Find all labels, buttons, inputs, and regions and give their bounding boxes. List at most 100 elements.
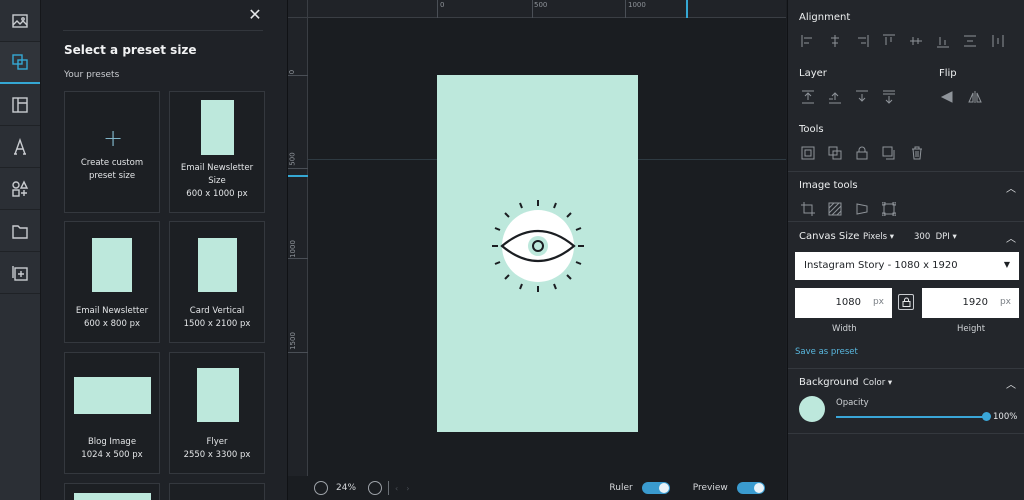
preset-card-email-newsletter[interactable]: Email Newsletter 600 x 800 px [64,221,160,343]
divider [788,368,1024,369]
undo-icon[interactable]: ‹ [395,484,398,493]
flip-horizontal-icon[interactable] [940,89,954,103]
preset-label: Blog Image [87,437,137,447]
bring-forward-icon[interactable] [828,89,842,104]
add-page-tool-button[interactable] [0,252,40,294]
preset-card-email-newsletter-size[interactable]: Email Newsletter Size 600 x 1000 px [169,91,265,213]
left-toolbar [0,0,41,500]
ruler-toggle[interactable] [641,482,670,494]
close-icon[interactable]: ✕ [247,7,263,23]
bring-to-front-icon[interactable] [801,89,815,104]
add-page-icon [12,265,28,281]
canvas-preset-select[interactable]: Instagram Story - 1080 x 1920 ▼ [795,252,1019,280]
preset-label: Card Vertical [189,306,245,316]
preset-card-partial[interactable] [64,483,160,500]
preset-dims: 600 x 1000 px [186,189,248,199]
preset-card-blog-image[interactable]: Blog Image 1024 x 500 px [64,352,160,474]
ruler-major-tick [437,0,438,18]
ruler-label: 500 [534,1,548,9]
preview-toggle-label: Preview [692,483,728,493]
divider [63,30,263,31]
pattern-icon[interactable] [828,201,842,216]
collapse-chevron-icon[interactable]: ︿ [1006,376,1016,391]
text-icon [14,137,26,155]
layout-tool-button[interactable] [0,84,40,126]
align-left-icon[interactable] [801,33,815,47]
image-tool-button[interactable] [0,0,40,42]
chevron-down-icon: ▼ [1003,260,1010,269]
background-type-dropdown[interactable]: Color ▾ [863,378,892,388]
ruler-toggle-label: Ruler [609,483,633,493]
width-input[interactable]: 1080 px [795,288,892,318]
preset-dims: 2550 x 3300 px [183,450,251,460]
align-right-icon[interactable] [855,33,869,47]
resize-tool-button[interactable] [0,42,40,84]
panel-title: Select a preset size [64,43,197,57]
crop-icon[interactable] [801,201,815,216]
align-center-icon[interactable] [828,33,842,47]
send-backward-icon[interactable] [855,89,869,103]
aspect-lock-icon[interactable] [898,294,914,310]
zoom-in-icon[interactable] [368,481,383,495]
preset-card-partial[interactable] [169,483,265,500]
send-to-back-icon[interactable] [882,89,896,104]
divider [788,221,1024,222]
group-icon[interactable] [882,145,896,160]
align-middle-icon[interactable] [909,33,923,47]
canvas-area: 0 500 1000 0 500 1000 1500 24% ‹ › Ruler… [288,0,786,500]
tools-title: Tools [799,124,824,135]
lock-icon[interactable] [855,145,869,160]
eye-logo[interactable] [488,196,588,296]
distribute-vertical-icon[interactable] [963,33,977,47]
preset-label: Create custom preset size [80,158,144,181]
height-label: Height [957,324,986,334]
ruler-guide-marker[interactable] [288,175,308,177]
trash-icon[interactable] [910,145,924,160]
crop-frame-icon[interactable] [801,145,815,160]
redo-icon[interactable]: › [406,484,409,493]
zoom-level: 24% [336,483,357,493]
height-input[interactable]: 1920 px [922,288,1019,318]
ruler-major-tick [288,258,308,259]
alignment-title: Alignment [799,12,851,23]
align-bottom-icon[interactable] [936,33,950,48]
ruler-label: 0 [440,1,445,9]
ruler-guide-marker[interactable] [686,0,688,18]
opacity-slider[interactable] [836,412,991,421]
width-value: 1080 [835,297,861,308]
dpi-dropdown[interactable]: 300 DPI ▾ [914,232,957,242]
ruler-label: 1000 [288,240,297,258]
preset-dims: 1500 x 2100 px [183,319,251,329]
ruler-major-tick [532,0,533,18]
align-top-icon[interactable] [882,33,896,47]
ruler-label: 0 [288,69,297,75]
shapes-tool-button[interactable] [0,168,40,210]
unit-dropdown[interactable]: Pixels ▾ [863,232,894,242]
transform-icon[interactable] [881,201,897,217]
folder-tool-button[interactable] [0,210,40,252]
text-tool-button[interactable] [0,126,40,168]
flip-title: Flip [939,68,957,79]
preset-card-flyer[interactable]: Flyer 2550 x 3300 px [169,352,265,474]
save-as-preset-link[interactable]: Save as preset [795,347,858,357]
width-unit: px [872,297,884,307]
zoom-out-icon[interactable] [314,481,328,495]
perspective-icon[interactable] [855,201,869,215]
ruler-label: 500 [288,152,297,166]
preset-thumbnail [74,493,151,500]
preset-thumbnail [198,238,237,292]
preset-card-card-vertical[interactable]: Card Vertical 1500 x 2100 px [169,221,265,343]
background-color-swatch[interactable] [799,396,825,422]
distribute-horizontal-icon[interactable] [991,33,1005,47]
collapse-chevron-icon[interactable]: ︿ [1006,180,1016,195]
flip-vertical-icon[interactable] [968,89,982,103]
plus-icon: + [103,124,124,152]
preset-label: Email Newsletter [75,306,149,316]
preset-card-custom[interactable]: + Create custom preset size [64,91,160,213]
collapse-chevron-icon[interactable]: ︿ [1006,230,1016,245]
duplicate-icon[interactable] [828,145,842,160]
section-label: Your presets [64,70,120,80]
preview-toggle[interactable] [736,482,765,494]
slider-knob[interactable] [982,412,991,421]
preset-thumbnail [197,368,239,422]
